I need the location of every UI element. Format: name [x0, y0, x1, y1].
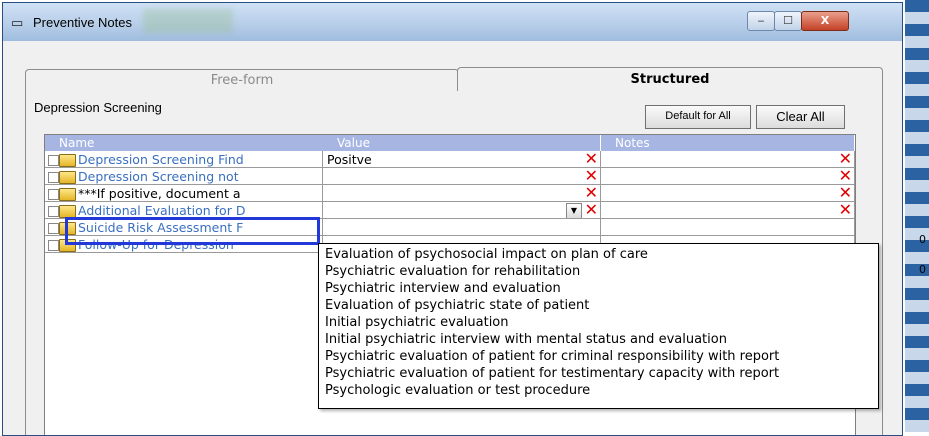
- title-bar[interactable]: ▭ Preventive Notes ‒ ☐ X: [3, 3, 902, 41]
- tab-free-form[interactable]: Free-form: [25, 69, 459, 92]
- row-name-link[interactable]: ***If positive, document a: [78, 186, 241, 201]
- table-row: ***If positive, document a ✕ ✕: [45, 185, 855, 202]
- column-header-name[interactable]: Name: [45, 135, 341, 151]
- name-cell: Depression Screening not: [45, 168, 323, 185]
- value-cell[interactable]: ✕: [323, 168, 601, 185]
- clear-value-icon[interactable]: ✕: [585, 151, 598, 167]
- close-button[interactable]: X: [801, 11, 849, 31]
- section-title: Depression Screening: [34, 100, 162, 115]
- name-cell: Depression Screening Find: [45, 151, 323, 168]
- tab-strip: Free-form Structured: [25, 67, 883, 92]
- table-row: Depression Screening Find Positve ✕ ✕: [45, 151, 855, 168]
- row-checkbox[interactable]: [48, 189, 59, 200]
- background-value: 0: [919, 263, 926, 276]
- dropdown-option[interactable]: Evaluation of psychosocial impact on pla…: [325, 247, 648, 262]
- folder-icon: [59, 188, 76, 201]
- row-name-link[interactable]: Depression Screening Find: [78, 152, 244, 167]
- clear-notes-icon[interactable]: ✕: [839, 151, 852, 167]
- dropdown-option[interactable]: Psychiatric evaluation of patient for cr…: [325, 349, 779, 364]
- notes-cell[interactable]: ✕: [601, 185, 855, 202]
- dropdown-arrow-icon[interactable]: ▼: [566, 203, 582, 218]
- clear-all-button[interactable]: Clear All: [756, 105, 845, 129]
- value-cell[interactable]: ✕: [323, 185, 601, 202]
- row-checkbox[interactable]: [48, 240, 59, 251]
- default-for-all-button[interactable]: Default for All: [645, 105, 751, 129]
- minimize-button[interactable]: ‒: [747, 11, 775, 31]
- value-cell[interactable]: [323, 219, 601, 236]
- row-name-link[interactable]: Depression Screening not: [78, 169, 239, 184]
- notes-cell[interactable]: ✕: [601, 168, 855, 185]
- row-name-link[interactable]: Additional Evaluation for D: [78, 203, 245, 218]
- clear-value-icon[interactable]: ✕: [585, 168, 598, 184]
- background-window-strip: [905, 0, 929, 432]
- column-header-notes[interactable]: Notes: [601, 135, 855, 151]
- clear-value-icon[interactable]: ✕: [585, 202, 598, 218]
- folder-icon: [59, 154, 76, 167]
- clear-notes-icon[interactable]: ✕: [839, 202, 852, 218]
- table-row: Depression Screening not ✕ ✕: [45, 168, 855, 185]
- clear-value-icon[interactable]: ✕: [585, 185, 598, 201]
- background-value: 0: [919, 233, 926, 246]
- column-header-value[interactable]: Value: [323, 135, 601, 151]
- dropdown-option[interactable]: Initial psychiatric interview with menta…: [325, 332, 727, 347]
- highlight-annotation: [65, 217, 320, 245]
- folder-icon: [59, 171, 76, 184]
- clear-notes-icon[interactable]: ✕: [839, 168, 852, 184]
- row-value: Positve: [327, 152, 372, 167]
- dropdown-option[interactable]: Evaluation of psychiatric state of patie…: [325, 298, 589, 313]
- column-header-spacer: [301, 135, 324, 151]
- row-checkbox[interactable]: [48, 155, 59, 166]
- dropdown-option[interactable]: Initial psychiatric evaluation: [325, 315, 509, 330]
- dropdown-option[interactable]: Psychologic evaluation or test procedure: [325, 383, 590, 398]
- name-cell: ***If positive, document a: [45, 185, 323, 202]
- notes-cell[interactable]: ✕: [601, 151, 855, 168]
- notes-cell[interactable]: [601, 219, 855, 236]
- window-icon: ▭: [11, 16, 24, 31]
- window-title: Preventive Notes: [33, 15, 132, 30]
- value-combobox[interactable]: ▼ ✕: [323, 202, 601, 219]
- value-cell[interactable]: Positve ✕: [323, 151, 601, 168]
- dropdown-option[interactable]: Psychiatric interview and evaluation: [325, 281, 561, 296]
- notes-cell[interactable]: ✕: [601, 202, 855, 219]
- row-checkbox[interactable]: [48, 206, 59, 217]
- maximize-button[interactable]: ☐: [774, 11, 802, 31]
- tab-structured[interactable]: Structured: [457, 67, 883, 92]
- value-dropdown-list: Evaluation of psychosocial impact on pla…: [318, 243, 879, 409]
- row-checkbox[interactable]: [48, 172, 59, 183]
- clear-notes-icon[interactable]: ✕: [839, 185, 852, 201]
- dropdown-option[interactable]: Psychiatric evaluation of patient for te…: [325, 366, 779, 381]
- row-checkbox[interactable]: [48, 223, 59, 234]
- dropdown-option[interactable]: Psychiatric evaluation for rehabilitatio…: [325, 264, 580, 279]
